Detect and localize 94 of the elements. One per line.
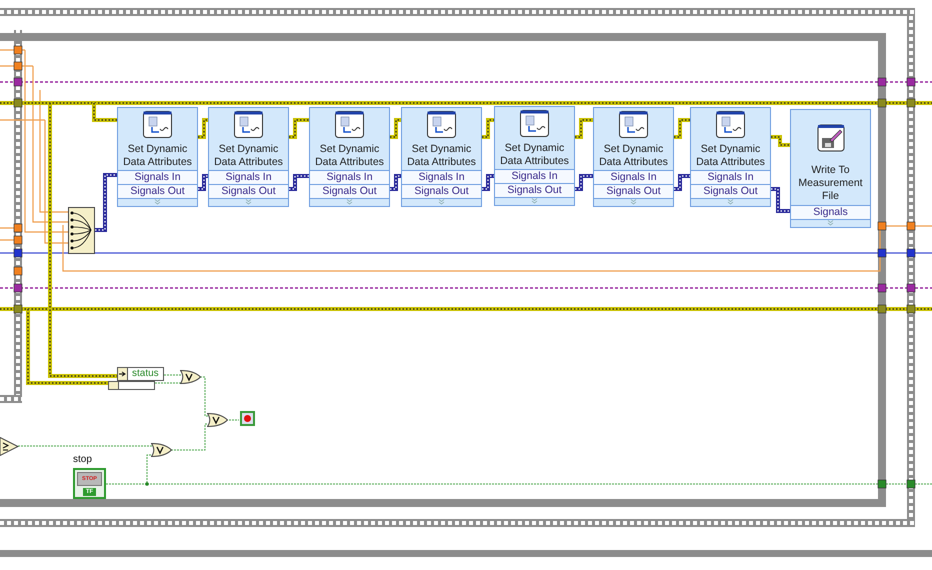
signal-wire [198, 174, 208, 191]
node-title: Set Dynamic [700, 143, 760, 156]
signal-wire [95, 173, 117, 232]
output-terminal[interactable]: Signals Out [495, 183, 574, 197]
wire [154, 382, 182, 384]
error-wire [390, 118, 401, 139]
node-title: Data Attributes [315, 156, 384, 169]
tunnel-terminal [878, 78, 886, 86]
expand-chevron-icon[interactable] [727, 199, 734, 205]
expand-chevron-icon[interactable] [245, 199, 252, 205]
output-terminal[interactable]: Signals Out [209, 184, 288, 198]
write-file-node[interactable]: Write To Measurement File Signals [790, 109, 871, 228]
output-terminal[interactable]: Signals Out [310, 184, 389, 198]
tunnel-terminal [878, 98, 886, 108]
attributes-node[interactable]: Set Dynamic Data Attributes Signals In Signals Out [593, 107, 674, 207]
node-title: Measurement [798, 177, 863, 190]
node-title: Data Attributes [500, 155, 569, 168]
output-terminal[interactable]: Signals Out [118, 184, 197, 198]
node-title: Data Attributes [599, 156, 668, 169]
input-terminal[interactable]: Signals In [118, 170, 197, 184]
node-title: Set Dynamic [128, 143, 188, 156]
wire [200, 376, 208, 416]
attributes-node[interactable]: Set Dynamic Data Attributes Signals In Signals Out [309, 107, 390, 207]
error-wire [289, 118, 309, 139]
input-terminal[interactable]: Signals In [402, 170, 481, 184]
output-terminal[interactable]: Signals Out [594, 184, 673, 198]
attributes-node[interactable]: Set Dynamic Data Attributes Signals In Signals Out [494, 106, 575, 206]
error-wire [482, 118, 494, 139]
expand-chevron-icon[interactable] [827, 220, 834, 226]
tunnel-terminal [906, 480, 916, 488]
expand-chevron-icon[interactable] [154, 199, 161, 205]
attributes-node[interactable]: Set Dynamic Data Attributes Signals In Signals Out [401, 107, 482, 207]
unbundle-node[interactable] [108, 381, 155, 390]
signal-wire [482, 174, 494, 191]
output-terminal[interactable]: Signals Out [402, 184, 481, 198]
input-terminal[interactable]: Signals In [209, 170, 288, 184]
node-title: Set Dynamic [412, 143, 472, 156]
signal-wire [674, 174, 690, 191]
node-title: Write To [811, 164, 850, 177]
or-gate-icon[interactable] [151, 443, 172, 457]
signal-wire [289, 174, 309, 191]
tunnel-terminal [906, 304, 916, 314]
tunnel-terminal [906, 248, 916, 258]
tunnel-terminal [878, 304, 886, 314]
tunnel-terminal [906, 98, 916, 108]
tunnel-terminal [14, 98, 22, 108]
node-title: File [822, 190, 839, 203]
tunnel-terminal [878, 248, 886, 258]
arrow-icon [119, 371, 126, 377]
attributes-node[interactable]: Set Dynamic Data Attributes Signals In Signals Out [117, 107, 198, 207]
node-title: Data Attributes [696, 156, 765, 169]
wire [170, 424, 208, 450]
input-terminal[interactable]: Signals In [495, 169, 574, 183]
build-array-icon[interactable] [68, 207, 95, 254]
or-gate-icon[interactable] [180, 370, 201, 384]
stop-indicator[interactable] [240, 411, 255, 426]
error-wire [575, 118, 593, 139]
tunnel-terminal [878, 480, 886, 488]
node-title: Set Dynamic [218, 143, 278, 156]
signal-wire [771, 187, 790, 213]
unbundle-node[interactable]: status [117, 367, 164, 381]
node-title: Set Dynamic [604, 143, 664, 156]
compare-icon[interactable] [0, 437, 19, 456]
expand-chevron-icon[interactable] [531, 198, 538, 204]
expand-chevron-icon[interactable] [346, 199, 353, 205]
tunnel-terminal [878, 284, 886, 292]
input-terminal[interactable]: Signals In [691, 170, 770, 184]
tunnel-terminal [906, 78, 916, 86]
stop-label: stop [73, 454, 92, 466]
attributes-node[interactable]: Set Dynamic Data Attributes Signals In Signals Out [208, 107, 289, 207]
node-title: Data Attributes [407, 156, 476, 169]
wire-junction [145, 482, 149, 486]
signal-wire [575, 174, 593, 191]
tunnel-terminal [878, 222, 886, 230]
signal-wire [390, 174, 401, 191]
input-terminal[interactable]: Signals In [594, 170, 673, 184]
node-title: Data Attributes [214, 156, 283, 169]
expand-chevron-icon[interactable] [630, 199, 637, 205]
tunnel-terminal [14, 304, 22, 314]
tunnel-terminal [906, 222, 916, 230]
node-title: Set Dynamic [504, 142, 564, 155]
attributes-node[interactable]: Set Dynamic Data Attributes Signals In Signals Out [690, 107, 771, 207]
error-wire [771, 135, 790, 147]
status-label: status [131, 368, 160, 380]
error-wire [198, 118, 208, 139]
node-title: Data Attributes [123, 156, 192, 169]
node-title: Set Dynamic [320, 143, 380, 156]
tunnel-terminal [906, 284, 916, 292]
output-terminal[interactable]: Signals Out [691, 184, 770, 198]
expand-chevron-icon[interactable] [438, 199, 445, 205]
input-terminal[interactable]: Signals [791, 205, 870, 219]
or-gate-icon[interactable] [207, 413, 228, 427]
input-terminal[interactable]: Signals In [310, 170, 389, 184]
error-wire [674, 118, 690, 139]
